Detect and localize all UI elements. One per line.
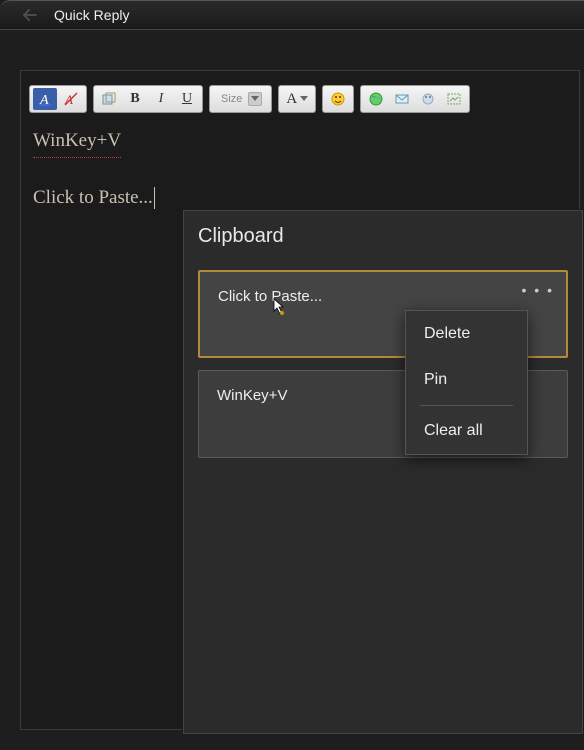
size-label: Size: [221, 93, 242, 105]
link-group: [360, 85, 470, 113]
text-caret: [154, 187, 155, 209]
clipboard-title: Clipboard: [198, 225, 568, 248]
envelope-icon[interactable]: [390, 88, 414, 110]
bold-button[interactable]: B: [123, 88, 147, 110]
smiley-icon[interactable]: [326, 88, 350, 110]
italic-button[interactable]: I: [149, 88, 173, 110]
size-group[interactable]: Size: [209, 85, 272, 113]
clipboard-item-text: WinKey+V: [217, 387, 287, 404]
more-icon[interactable]: • • •: [522, 282, 554, 298]
compose-area[interactable]: WinKey+V Click to Paste...: [21, 121, 579, 218]
frame-icon[interactable]: [442, 88, 466, 110]
font-group[interactable]: A: [278, 85, 316, 113]
back-icon[interactable]: [16, 4, 42, 26]
clipboard-popup: Clipboard Click to Paste... • • • WinKey…: [183, 210, 583, 734]
menu-delete[interactable]: Delete: [406, 311, 527, 357]
size-dropdown-icon[interactable]: [248, 92, 262, 106]
cursor-icon: [272, 298, 286, 316]
context-menu: Delete Pin Clear all: [405, 310, 528, 455]
attachment-group: B I U: [93, 85, 203, 113]
text-color-a-icon[interactable]: A: [33, 88, 57, 110]
editor-toolbar: A A B I U Size A: [21, 81, 579, 121]
window-title: Quick Reply: [54, 7, 129, 23]
image-icon[interactable]: [416, 88, 440, 110]
menu-separator: [420, 405, 513, 406]
attach-icon[interactable]: [97, 88, 121, 110]
menu-pin[interactable]: Pin: [406, 357, 527, 403]
title-bar: Quick Reply: [0, 0, 584, 30]
underline-button[interactable]: U: [175, 88, 199, 110]
compose-line-1: WinKey+V: [33, 127, 121, 158]
emoji-group[interactable]: [322, 85, 354, 113]
clear-format-icon[interactable]: A: [59, 88, 83, 110]
menu-clear-all[interactable]: Clear all: [406, 408, 527, 454]
globe-icon[interactable]: [364, 88, 388, 110]
compose-line-2: Click to Paste...: [33, 184, 567, 213]
font-style-group: A A: [29, 85, 87, 113]
clipboard-item-text: Click to Paste...: [218, 288, 322, 305]
